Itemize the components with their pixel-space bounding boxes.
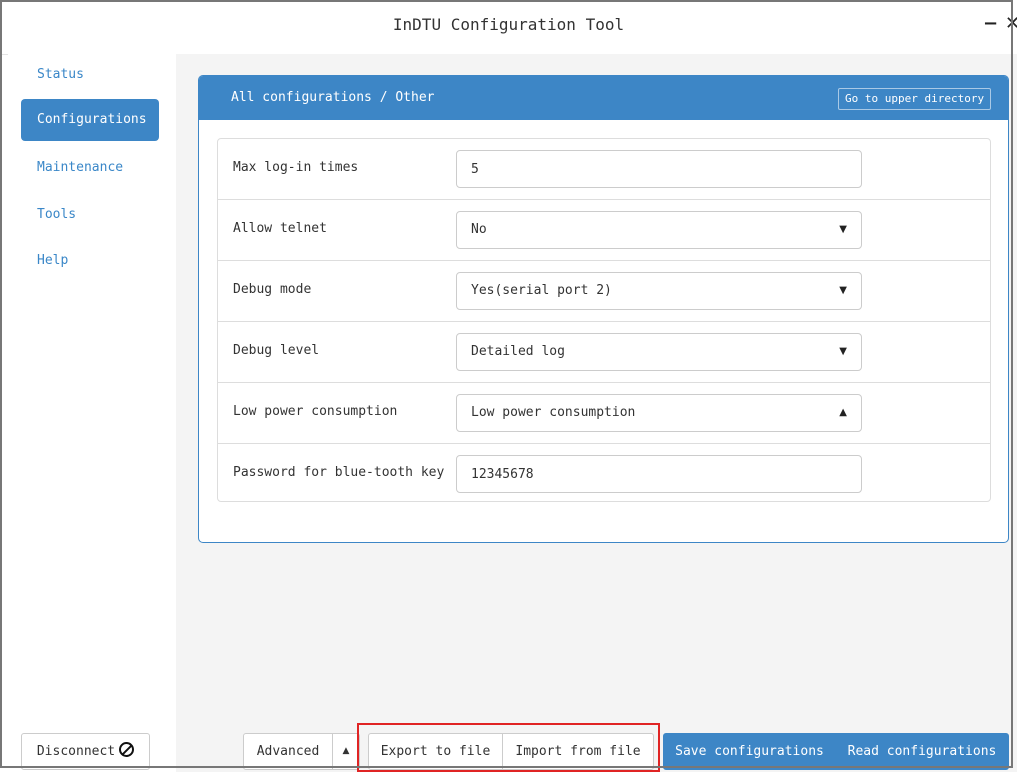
minimize-icon[interactable]: − [983, 14, 998, 34]
title-bar: InDTU Configuration Tool − ✕ [0, 0, 1017, 55]
low-power-consumption-select[interactable]: Low power consumption ▲ [456, 394, 862, 432]
disconnect-label: Disconnect [36, 744, 116, 759]
import-from-file-button[interactable]: Import from file [502, 733, 654, 770]
caret-up-icon: ▲ [342, 746, 350, 756]
caret-down-icon: ▼ [839, 285, 847, 296]
save-configurations-button[interactable]: Save configurations [663, 733, 836, 770]
row-allow-telnet: Allow telnet No ▼ [218, 200, 990, 261]
row-debug-mode: Debug mode Yes(serial port 2) ▼ [218, 261, 990, 322]
max-login-times-label: Max log-in times [233, 160, 359, 175]
close-icon[interactable]: ✕ [1005, 14, 1017, 34]
panel-header: All configurations / Other Go to upper d… [199, 76, 1008, 120]
debug-mode-select[interactable]: Yes(serial port 2) ▼ [456, 272, 862, 310]
caret-down-icon: ▼ [839, 224, 847, 235]
row-max-login-times: Max log-in times [218, 139, 990, 200]
debug-mode-value: Yes(serial port 2) [471, 283, 612, 298]
sidebar-item-maintenance[interactable]: Maintenance [21, 147, 159, 189]
caret-down-icon: ▼ [839, 346, 847, 357]
disconnect-button[interactable]: Disconnect [21, 733, 150, 770]
window-title: InDTU Configuration Tool [392, 15, 625, 34]
allow-telnet-value: No [471, 222, 487, 237]
settings-form: Max log-in times Allow telnet No ▼ Debug… [217, 138, 991, 502]
row-low-power-consumption: Low power consumption Low power consumpt… [218, 383, 990, 444]
disconnect-icon [119, 742, 135, 757]
max-login-times-input[interactable] [456, 150, 862, 188]
allow-telnet-label: Allow telnet [233, 221, 327, 236]
debug-level-select[interactable]: Detailed log ▼ [456, 333, 862, 371]
advanced-dropdown-toggle[interactable]: ▲ [332, 733, 360, 770]
low-power-consumption-value: Low power consumption [471, 405, 636, 420]
debug-mode-label: Debug mode [233, 282, 312, 297]
breadcrumb: All configurations / Other [231, 90, 435, 105]
read-configurations-button[interactable]: Read configurations [835, 733, 1009, 770]
sidebar-item-tools[interactable]: Tools [21, 194, 159, 236]
sidebar-item-help[interactable]: Help [21, 240, 159, 282]
debug-level-value: Detailed log [471, 344, 565, 359]
low-power-consumption-label: Low power consumption [233, 404, 398, 419]
row-bluetooth-password: Password for blue-tooth key [218, 444, 990, 505]
bluetooth-password-label: Password for blue-tooth key [233, 465, 445, 480]
export-to-file-button[interactable]: Export to file [368, 733, 503, 770]
debug-level-label: Debug level [233, 343, 320, 358]
allow-telnet-select[interactable]: No ▼ [456, 211, 862, 249]
row-debug-level: Debug level Detailed log ▼ [218, 322, 990, 383]
sidebar-item-status[interactable]: Status [21, 54, 159, 96]
go-upper-directory-button[interactable]: Go to upper directory [838, 88, 992, 110]
advanced-button[interactable]: Advanced [243, 733, 333, 770]
sidebar-item-configurations[interactable]: Configurations [21, 99, 159, 141]
bluetooth-password-input[interactable] [456, 455, 862, 493]
config-panel: All configurations / Other Go to upper d… [198, 75, 1009, 543]
sidebar: Status Configurations Maintenance Tools … [8, 54, 176, 772]
caret-up-icon: ▲ [839, 407, 847, 418]
